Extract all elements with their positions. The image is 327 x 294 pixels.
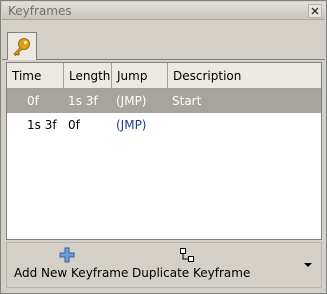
duplicate-keyframe-button[interactable]: Duplicate Keyframe — [129, 243, 250, 287]
column-header-length[interactable]: Length — [64, 63, 112, 89]
row-length: 1s 3f — [68, 94, 98, 108]
row-time: 1s 3f — [27, 118, 57, 132]
list-header: Time Length Jump Description — [7, 63, 321, 89]
close-icon — [311, 7, 319, 15]
row-time: 0f — [27, 94, 39, 108]
table-row[interactable]: 0f 1s 3f (JMP) Start — [7, 89, 321, 113]
key-icon — [13, 37, 30, 56]
add-keyframe-button[interactable]: Add New Keyframe — [11, 243, 128, 287]
keyframes-panel: Keyframes Time Length Jump Description 0… — [0, 0, 327, 294]
table-row[interactable]: 1s 3f 0f (JMP) — [7, 113, 321, 137]
tab-strip — [2, 20, 325, 62]
keyframes-toolbar: Add New Keyframe Duplicate Keyframe — [6, 242, 322, 288]
duplicate-icon — [180, 248, 194, 262]
column-header-jump[interactable]: Jump — [112, 63, 168, 89]
column-header-description[interactable]: Description — [168, 63, 321, 89]
panel-title: Keyframes — [8, 4, 72, 18]
dropdown-arrow-icon[interactable] — [303, 261, 313, 269]
close-button[interactable] — [308, 4, 322, 18]
row-jump-link[interactable]: (JMP) — [116, 94, 147, 108]
keyframes-list[interactable]: Time Length Jump Description 0f 1s 3f (J… — [6, 62, 322, 240]
row-length: 0f — [68, 118, 80, 132]
add-plus-icon — [59, 247, 75, 263]
row-jump-link[interactable]: (JMP) — [116, 118, 147, 132]
column-header-time[interactable]: Time — [7, 63, 64, 89]
panel-titlebar[interactable]: Keyframes — [2, 2, 325, 20]
tab-keyframes[interactable] — [7, 32, 37, 60]
row-description: Start — [172, 94, 202, 108]
add-keyframe-label: Add New Keyframe — [14, 266, 129, 280]
duplicate-keyframe-label: Duplicate Keyframe — [132, 266, 251, 280]
